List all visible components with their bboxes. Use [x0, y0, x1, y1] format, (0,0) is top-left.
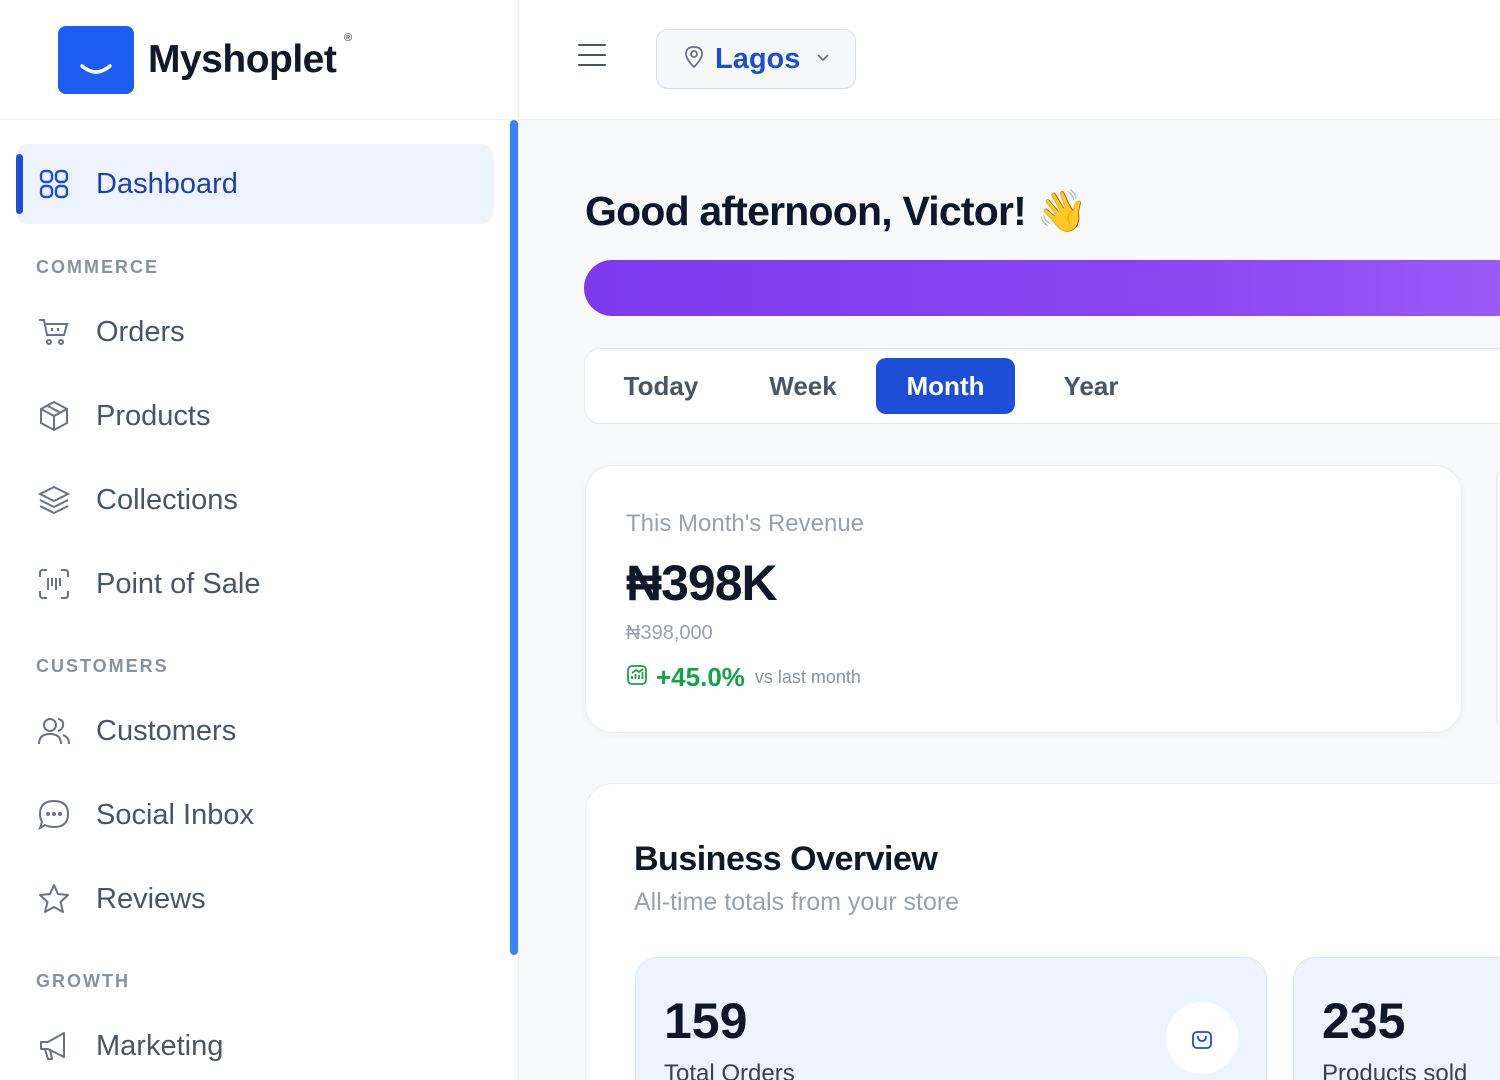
sidebar-item-products[interactable]: Products	[36, 396, 210, 436]
sidebar-item-marketing[interactable]: Marketing	[36, 1026, 223, 1066]
stat-card-products-sold[interactable]: 235 Products sold	[1293, 957, 1500, 1080]
sidebar-item-dashboard[interactable]: Dashboard	[16, 144, 494, 224]
section-growth: GROWTH	[36, 971, 130, 991]
grid-icon	[36, 166, 72, 202]
sidebar-scrollbar[interactable]	[510, 120, 518, 955]
tab-week[interactable]: Week	[749, 358, 857, 414]
top-header: Lagos	[520, 0, 1500, 120]
brand-name: Myshoplet	[148, 37, 337, 81]
section-commerce: COMMERCE	[36, 257, 159, 277]
sidebar: Myshoplet ® Dashboard COMMERCE Orders Pr…	[0, 0, 519, 1080]
growth-note: vs last month	[754, 667, 861, 687]
hamburger-menu-icon[interactable]	[578, 44, 606, 72]
sidebar-item-collections[interactable]: Collections	[36, 480, 238, 520]
revenue-growth: +45.0% vs last month	[626, 662, 861, 693]
location-selector[interactable]: Lagos	[656, 29, 856, 89]
sidebar-item-social-inbox[interactable]: Social Inbox	[36, 795, 254, 835]
stat-value: 159	[664, 993, 748, 1049]
revenue-title: This Month's Revenue	[626, 510, 865, 537]
overview-subtitle: All-time totals from your store	[634, 888, 960, 916]
sidebar-item-label: Marketing	[96, 1029, 224, 1062]
box-icon	[36, 398, 72, 434]
tab-today[interactable]: Today	[605, 358, 717, 414]
sidebar-item-label: Products	[96, 399, 211, 432]
sidebar-item-label: Reviews	[96, 882, 206, 915]
sidebar-item-label: Collections	[96, 483, 238, 516]
sidebar-item-label: Social Inbox	[96, 798, 254, 831]
sidebar-item-label: Orders	[96, 315, 185, 348]
section-customers: CUSTOMERS	[36, 656, 169, 676]
business-overview-card: Business Overview All-time totals from y…	[585, 783, 1500, 1080]
tab-year[interactable]: Year	[1037, 358, 1145, 414]
star-icon	[36, 881, 72, 917]
period-tabs: Today Week Month Year	[584, 348, 1500, 424]
logo-mark-icon	[58, 25, 134, 94]
scan-icon	[36, 566, 72, 602]
sidebar-item-point-of-sale[interactable]: Point of Sale	[36, 564, 260, 604]
stat-card-total-orders[interactable]: 159 Total Orders	[635, 957, 1267, 1080]
chat-bubble-icon	[36, 797, 72, 833]
active-indicator	[16, 154, 23, 214]
revenue-value: ₦398K	[626, 555, 778, 611]
revenue-exact: ₦398,000	[626, 622, 713, 644]
stat-label: Products sold	[1322, 1060, 1468, 1080]
sidebar-item-label: Point of Sale	[96, 567, 261, 600]
sidebar-item-label: Dashboard	[96, 167, 238, 200]
shopping-bag-icon	[1166, 1002, 1238, 1074]
overview-title: Business Overview	[634, 840, 938, 878]
registered-mark: ®	[344, 32, 353, 44]
megaphone-icon	[36, 1028, 72, 1064]
sidebar-item-orders[interactable]: Orders	[36, 312, 185, 352]
layers-icon	[36, 482, 72, 518]
revenue-card: This Month's Revenue ₦398K ₦398,000 +45.…	[585, 465, 1462, 733]
sidebar-item-label: Customers	[96, 714, 237, 747]
tab-month[interactable]: Month	[876, 358, 1015, 414]
logo[interactable]: Myshoplet ®	[0, 0, 518, 120]
sidebar-item-reviews[interactable]: Reviews	[36, 879, 206, 919]
users-icon	[36, 713, 72, 749]
sidebar-item-customers[interactable]: Customers	[36, 711, 236, 751]
location-label: Lagos	[715, 42, 801, 75]
trend-chart-icon	[626, 664, 648, 691]
sidebar-nav: Dashboard COMMERCE Orders Products Colle…	[0, 120, 519, 1080]
page-greeting: Good afternoon, Victor! 👋	[585, 188, 1088, 234]
stat-value: 235	[1322, 993, 1406, 1049]
growth-percent: +45.0%	[656, 662, 745, 692]
shopping-cart-icon	[36, 314, 72, 350]
next-card-edge	[1496, 470, 1500, 728]
stat-label: Total Orders	[664, 1060, 795, 1080]
map-pin-icon	[683, 45, 705, 74]
promo-banner[interactable]	[584, 260, 1500, 316]
chevron-down-icon	[816, 50, 830, 68]
